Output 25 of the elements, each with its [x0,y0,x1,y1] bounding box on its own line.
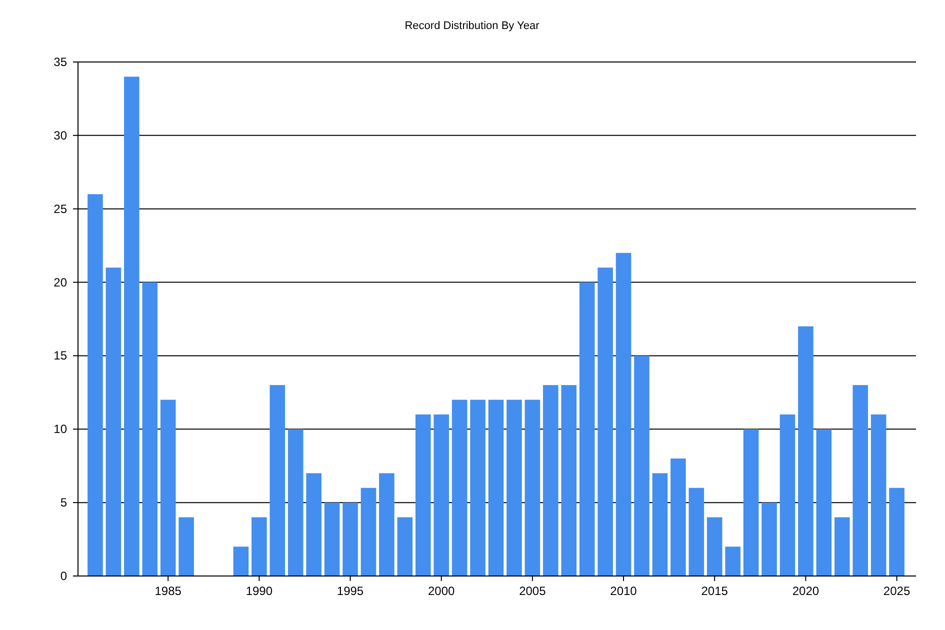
x-tick-label: 1985 [154,584,182,598]
x-tick-label: 2015 [701,584,728,598]
x-tick-label: 2020 [792,584,820,598]
bar [725,546,740,576]
x-tick-label: 2010 [610,584,637,598]
y-tick-label: 20 [54,275,67,290]
x-tick-label: 1990 [246,584,273,598]
x-tick-label: 2005 [519,584,546,598]
y-tick-label: 5 [60,496,67,510]
x-tick-label: 2000 [428,584,455,598]
chart-title: Record Distribution By Year [404,20,540,32]
y-tick-label: 15 [54,348,67,363]
bar [397,517,413,576]
y-tick-label: 25 [54,202,67,216]
bar [252,517,267,576]
x-tick-label: 1995 [336,584,364,598]
bar [178,517,194,576]
x-tick-label: 2025 [883,584,910,598]
bar [834,517,850,576]
y-tick-label: 30 [54,128,67,142]
y-tick-label: 35 [54,55,67,69]
bar [233,546,249,576]
y-tick-label: 10 [54,422,67,436]
y-tick-label: 0 [60,569,67,583]
bar [706,517,722,576]
